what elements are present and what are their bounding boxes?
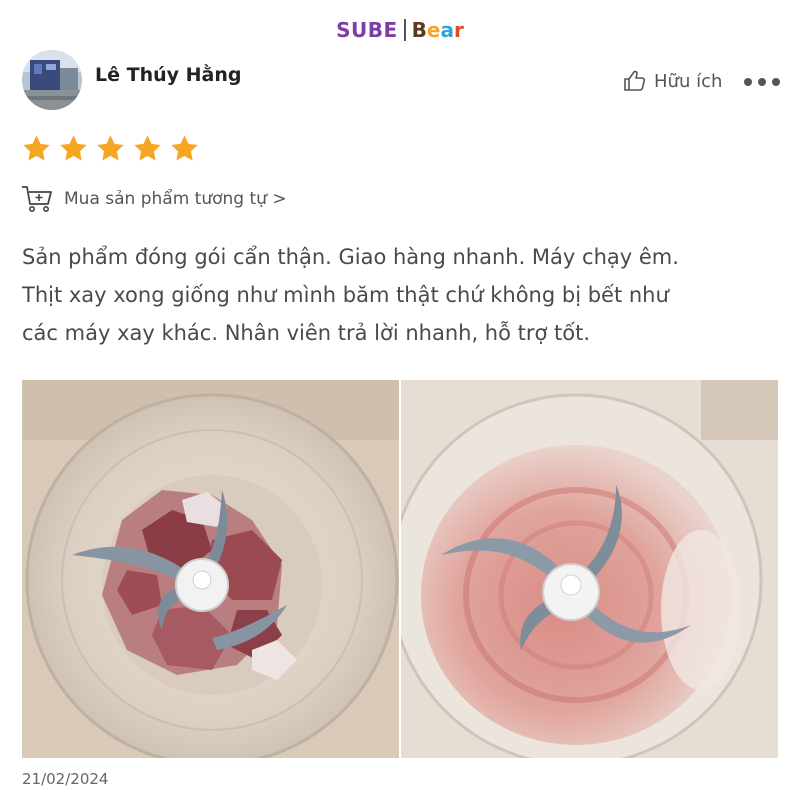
helpful-button[interactable]: Hữu ích	[622, 68, 722, 94]
star-icon	[23, 135, 50, 161]
review-date: 21/02/2024	[22, 770, 109, 788]
rating-stars	[21, 133, 200, 164]
review-body: Sản phẩm đóng gói cẩn thận. Giao hàng nh…	[22, 238, 722, 352]
brand-bear-text: Bear	[411, 18, 464, 42]
review-photo-ground-meat[interactable]	[401, 380, 778, 758]
reviewer-avatar	[22, 50, 82, 110]
brand-logo: SUBE Bear	[0, 18, 800, 42]
cart-plus-icon	[22, 186, 52, 212]
star-icon	[60, 135, 87, 161]
more-dot-icon	[758, 78, 766, 86]
buy-similar-link[interactable]: Mua sản phẩm tương tự >	[20, 184, 287, 214]
brand-divider	[403, 19, 406, 41]
helpful-label: Hữu ích	[654, 70, 723, 92]
brand-sube-text: SUBE	[336, 18, 398, 42]
review-text-line: Thịt xay xong giống như mình băm thật ch…	[22, 283, 669, 307]
reviewer-name: Lê Thúy Hằng	[95, 64, 242, 86]
more-dot-icon	[744, 78, 752, 86]
more-dot-icon	[772, 78, 780, 86]
star-icon	[134, 135, 161, 161]
more-options-button[interactable]	[744, 70, 780, 94]
review-text-line: các máy xay khác. Nhân viên trả lời nhan…	[22, 321, 591, 345]
star-icon	[171, 135, 198, 161]
buy-similar-label: Mua sản phẩm tương tự >	[64, 189, 287, 209]
review-text-line: Sản phẩm đóng gói cẩn thận. Giao hàng nh…	[22, 245, 679, 269]
review-photo-raw-meat[interactable]	[22, 380, 399, 758]
star-icon	[97, 135, 124, 161]
thumbs-up-icon	[624, 70, 646, 91]
